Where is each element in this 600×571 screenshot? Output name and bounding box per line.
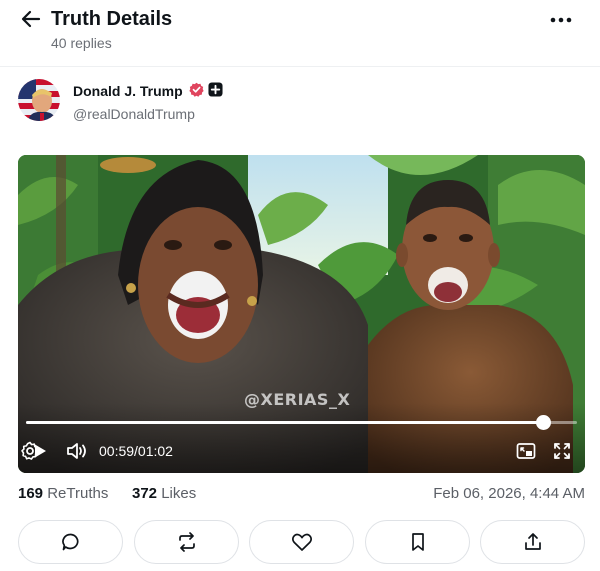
page-title: Truth Details: [51, 8, 173, 30]
progress-fill: [26, 421, 543, 424]
heart-icon: [291, 533, 312, 551]
volume-icon: [67, 443, 86, 459]
author-badges: [189, 82, 223, 97]
page-header: Truth Details 40 replies: [0, 0, 600, 64]
share-icon: [524, 533, 541, 550]
share-button[interactable]: [480, 520, 585, 564]
bookmark-button[interactable]: [365, 520, 470, 564]
post-stats: 169 ReTruths 372 Likes Feb 06, 2026, 4:4…: [18, 485, 585, 505]
arrow-left-icon: [21, 10, 41, 28]
picture-in-picture-button[interactable]: [514, 439, 538, 463]
verified-badge-icon: [189, 82, 204, 97]
like-button[interactable]: [249, 520, 354, 564]
avatar[interactable]: [18, 79, 60, 121]
retruth-button[interactable]: [134, 520, 239, 564]
video-progress-bar[interactable]: [26, 415, 577, 430]
bookmark-icon: [411, 533, 424, 551]
controls-overlay: [18, 403, 585, 473]
retruths-stat[interactable]: 169 ReTruths: [18, 485, 108, 503]
retruths-count: 169: [18, 485, 44, 502]
plus-badge-icon: [208, 82, 223, 97]
retruth-icon: [178, 532, 195, 552]
post-date: Feb 06, 2026, 4:44 AM: [433, 485, 585, 502]
author-row: Donald J. Trump @realDonaldTrump: [0, 74, 600, 134]
volume-button[interactable]: [64, 439, 90, 463]
more-horizontal-icon: [550, 17, 572, 23]
comment-icon: [61, 533, 79, 551]
retruths-label: ReTruths: [47, 485, 109, 502]
video-player[interactable]: @XERIAS_X 00:59/01:02: [18, 155, 585, 473]
settings-button[interactable]: [18, 439, 42, 463]
author-name[interactable]: Donald J. Trump: [73, 82, 183, 100]
action-bar: [18, 520, 585, 565]
replies-count: 40 replies: [51, 35, 112, 51]
gear-icon: [21, 441, 39, 460]
progress-thumb[interactable]: [535, 415, 551, 430]
header-divider: [0, 66, 600, 67]
reply-button[interactable]: [18, 520, 123, 564]
fullscreen-icon: [554, 443, 570, 459]
back-button[interactable]: [18, 6, 44, 32]
picture-in-picture-icon: [516, 443, 536, 459]
avatar-image: [18, 79, 60, 121]
likes-stat[interactable]: 372 Likes: [132, 485, 196, 503]
video-time: 00:59/01:02: [99, 443, 173, 459]
fullscreen-button[interactable]: [550, 439, 574, 463]
more-options-button[interactable]: [548, 8, 574, 32]
likes-label: Likes: [161, 485, 197, 502]
author-handle[interactable]: @realDonaldTrump: [73, 105, 195, 123]
likes-count: 372: [132, 485, 158, 502]
